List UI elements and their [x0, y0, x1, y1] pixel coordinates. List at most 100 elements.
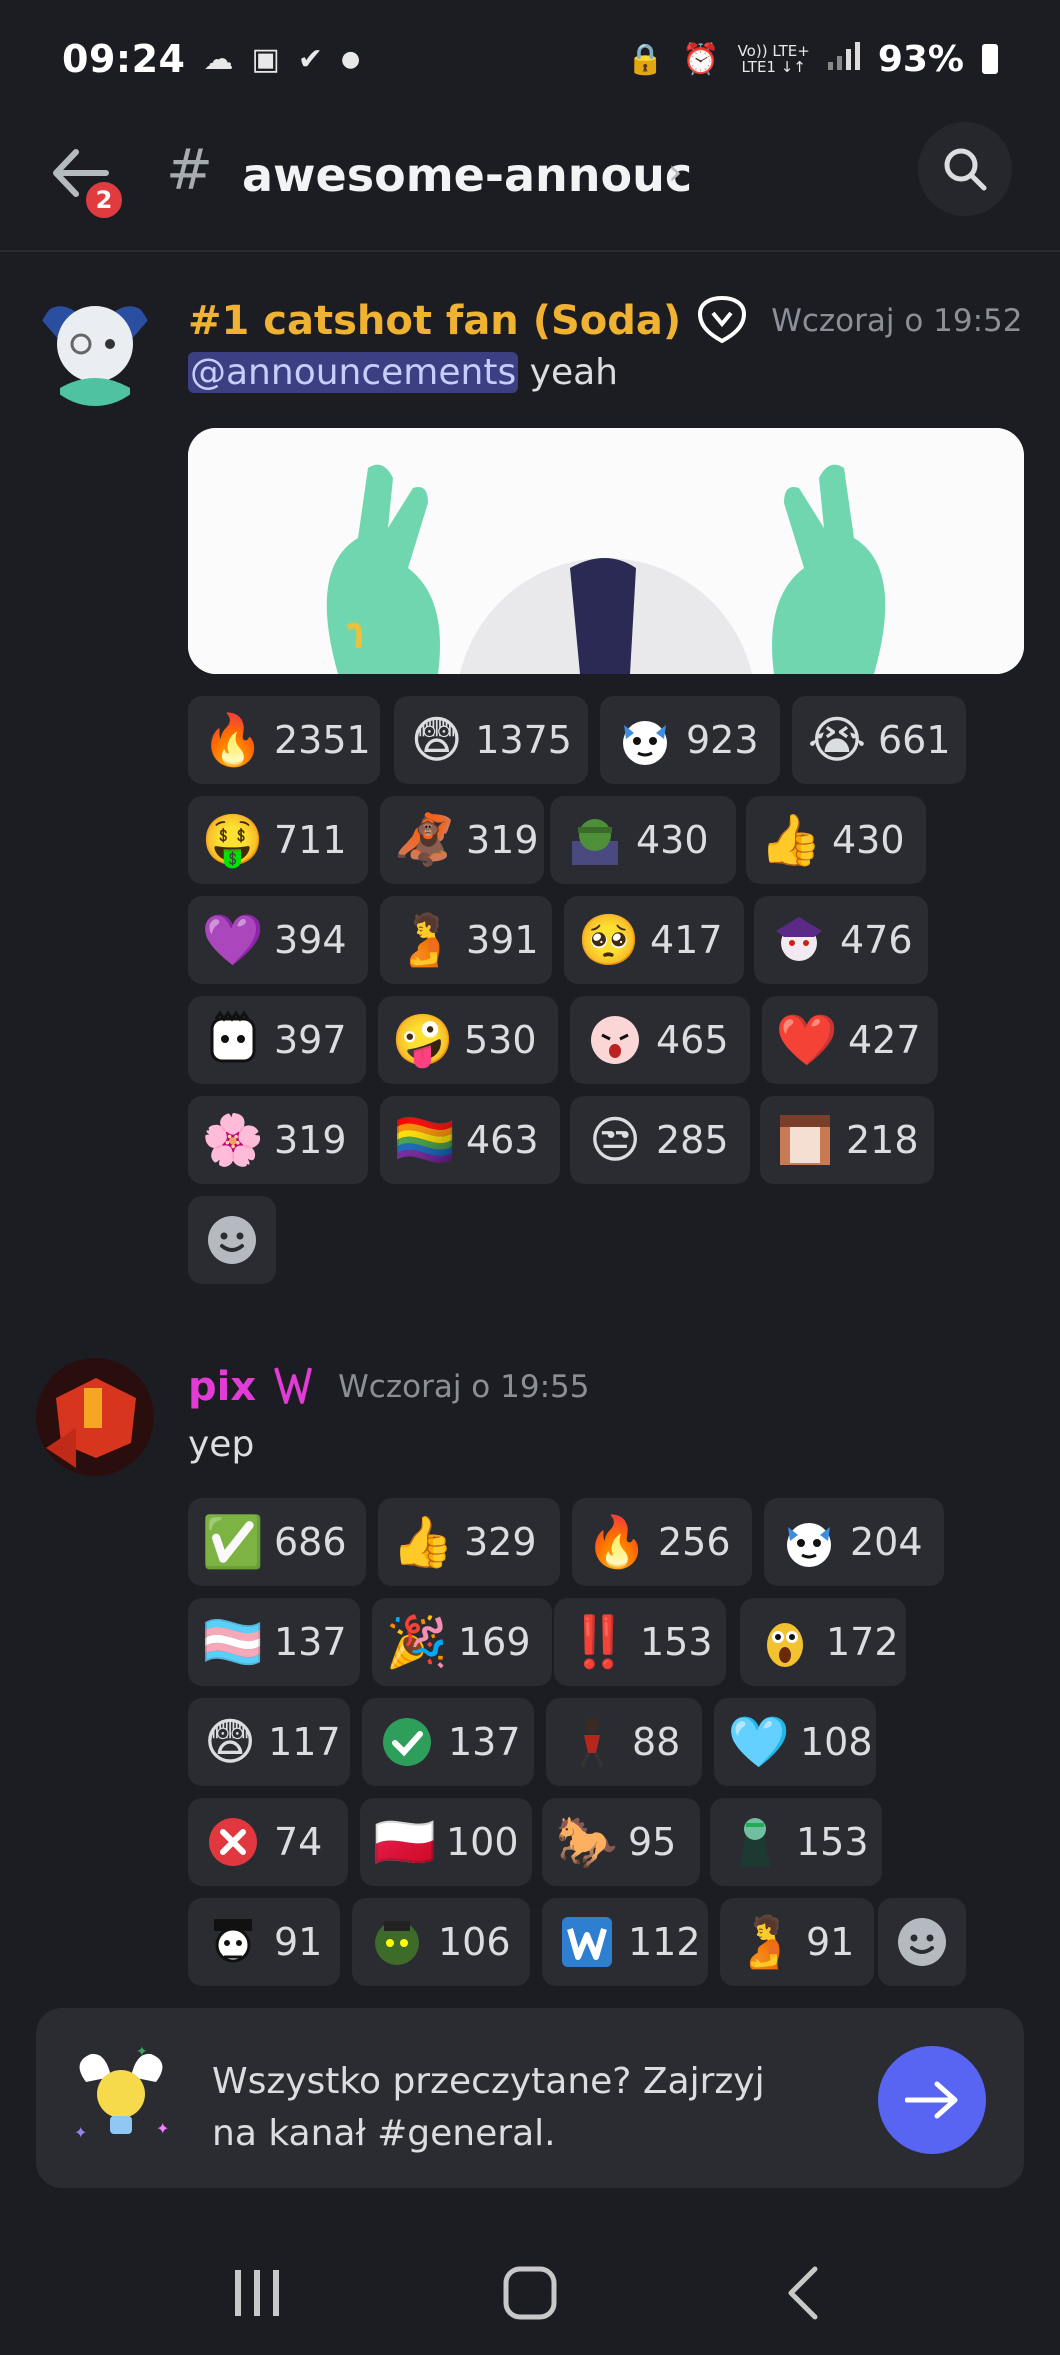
message-timestamp: Wczoraj o 19:55: [338, 1369, 590, 1405]
search-button[interactable]: [918, 122, 1012, 216]
reaction-count: 95: [628, 1820, 677, 1864]
reaction-button[interactable]: ‼️ 153: [554, 1598, 726, 1686]
smile-add-icon: [898, 1918, 946, 1966]
reaction-button[interactable]: 😨 117: [188, 1698, 350, 1786]
network-bottom-label: LTE1 ↓↑: [741, 58, 806, 76]
reaction-count: 74: [274, 1820, 323, 1864]
add-reaction-button[interactable]: [188, 1196, 276, 1284]
go-to-general-button[interactable]: [878, 2046, 986, 2154]
reaction-button[interactable]: 397: [188, 996, 366, 1084]
reaction-emoji: 🫄: [393, 911, 457, 969]
reaction-count: 172: [826, 1620, 899, 1664]
svg-text:✦: ✦: [136, 2044, 148, 2060]
reaction-button[interactable]: 106: [352, 1898, 530, 1986]
reaction-button[interactable]: 🏳️‍🌈 463: [380, 1096, 560, 1184]
reaction-emoji: 🎉: [385, 1613, 449, 1671]
status-bar: 09:24 ☁ ▣ ✔ ● 🔒 ⏰ Vo)) LTE+ LTE1 ↓↑ 93%: [0, 0, 1060, 118]
channel-hash-icon: #: [166, 138, 213, 203]
reaction-button[interactable]: 112: [542, 1898, 708, 1986]
status-time: 09:24: [62, 37, 186, 81]
recents-icon: [234, 2269, 279, 2316]
reaction-button[interactable]: 🐎 95: [542, 1798, 700, 1886]
reaction-button[interactable]: 204: [764, 1498, 944, 1586]
mention-announcements[interactable]: @announcements: [188, 352, 519, 393]
battery-icon: [982, 44, 998, 74]
chevron-right-icon[interactable]: ›: [668, 152, 682, 193]
reaction-button[interactable]: 🔥 256: [572, 1498, 752, 1586]
reaction-count: 256: [658, 1520, 731, 1564]
add-reaction-button[interactable]: [878, 1898, 966, 1986]
reaction-emoji: 🩵: [727, 1713, 791, 1771]
reaction-button[interactable]: 🤪 530: [378, 996, 558, 1084]
reaction-button[interactable]: 🎉 169: [372, 1598, 552, 1686]
reaction-button[interactable]: ❤️ 427: [762, 996, 938, 1084]
reaction-count: 465: [656, 1018, 729, 1062]
reaction-emoji: 😨: [410, 711, 463, 769]
reaction-count: 394: [274, 918, 347, 962]
reaction-button[interactable]: 74: [188, 1798, 348, 1886]
reaction-button[interactable]: 🤑 711: [188, 796, 368, 884]
reaction-button[interactable]: 🫄 91: [720, 1898, 874, 1986]
reaction-button[interactable]: 👍 430: [746, 796, 926, 884]
reaction-count: 100: [446, 1820, 519, 1864]
reactions-list: ✅ 686 👍 329 🔥 256 204 🏳️‍⚧️ 137 🎉 169 ‼️ 153 172 😨 117 1…: [188, 1498, 1008, 1986]
reaction-button[interactable]: 172: [740, 1598, 906, 1686]
reaction-button[interactable]: 923: [600, 696, 780, 784]
reaction-count: 329: [464, 1520, 537, 1564]
reaction-button[interactable]: 88: [546, 1698, 702, 1786]
system-nav-bar: [0, 2230, 1060, 2355]
reaction-button[interactable]: 😒 285: [570, 1096, 750, 1184]
reaction-button[interactable]: 153: [710, 1798, 882, 1886]
reaction-button[interactable]: 91: [188, 1898, 340, 1986]
reaction-button[interactable]: ✅ 686: [188, 1498, 366, 1586]
reaction-count: 319: [466, 818, 539, 862]
reaction-emoji: 🤪: [391, 1011, 455, 1069]
svg-text:✦: ✦: [156, 2119, 169, 2138]
reaction-button[interactable]: 476: [754, 896, 928, 984]
read-all-banner[interactable]: ✦ ✦ ✦ Wszystko przeczytane? Zajrzyj na k…: [36, 2008, 1024, 2188]
battery-percent: 93%: [877, 38, 964, 80]
reaction-button[interactable]: 137: [362, 1698, 534, 1786]
reaction-button[interactable]: 218: [760, 1096, 934, 1184]
reaction-count: 923: [686, 718, 759, 762]
image-icon: ▣: [251, 41, 280, 77]
reaction-button[interactable]: 🌸 319: [188, 1096, 368, 1184]
reaction-button[interactable]: 430: [550, 796, 736, 884]
reaction-count: 137: [274, 1620, 347, 1664]
recents-button[interactable]: [212, 2253, 302, 2333]
back-nav-button[interactable]: [758, 2253, 848, 2333]
reaction-button[interactable]: 😨 1375: [394, 696, 588, 784]
reaction-button[interactable]: 🥺 417: [564, 896, 744, 984]
reaction-button[interactable]: 🦧 319: [380, 796, 544, 884]
cloud-icon: ☁: [203, 41, 234, 77]
channel-title[interactable]: awesome-annouc: [242, 148, 692, 202]
reaction-button[interactable]: 🏳️‍⚧️ 137: [188, 1598, 360, 1686]
reaction-button[interactable]: 🫄 391: [380, 896, 552, 984]
reaction-count: 397: [274, 1018, 347, 1062]
search-icon: [944, 148, 987, 191]
message-author[interactable]: pix: [188, 1364, 256, 1410]
custom-cat-icon: [780, 1513, 838, 1571]
home-button[interactable]: [485, 2253, 575, 2333]
reaction-button[interactable]: 465: [570, 996, 750, 1084]
reaction-button[interactable]: 😭 661: [792, 696, 966, 784]
lightbulb-icon: ✦ ✦ ✦: [66, 2042, 176, 2152]
image-attachment[interactable]: [188, 428, 1024, 674]
custom-shocked-icon: [756, 1613, 814, 1671]
reaction-button[interactable]: 🔥 2351: [188, 696, 380, 784]
reaction-button[interactable]: 👍 329: [378, 1498, 560, 1586]
reaction-button[interactable]: 🇵🇱 100: [360, 1798, 532, 1886]
back-button[interactable]: 2: [50, 140, 126, 222]
reaction-count: 218: [846, 1118, 919, 1162]
custom-badge-icon: [270, 1362, 316, 1412]
message-item[interactable]: #1 catshot fan (Soda) Wczoraj o 19:52 @a…: [0, 252, 1060, 1292]
reaction-emoji: ✅: [201, 1513, 265, 1571]
reaction-count: 391: [466, 918, 539, 962]
reaction-button[interactable]: 🩵 108: [714, 1698, 876, 1786]
message-item[interactable]: pix Wczoraj o 19:55 yep ✅ 686 👍 329 🔥 256 204 🏳…: [0, 1342, 1060, 2002]
avatar[interactable]: [36, 1358, 154, 1476]
reaction-button[interactable]: 💜 394: [188, 896, 368, 984]
message-author[interactable]: #1 catshot fan (Soda): [188, 298, 681, 344]
back-icon: [788, 2266, 818, 2319]
avatar[interactable]: [36, 288, 154, 406]
